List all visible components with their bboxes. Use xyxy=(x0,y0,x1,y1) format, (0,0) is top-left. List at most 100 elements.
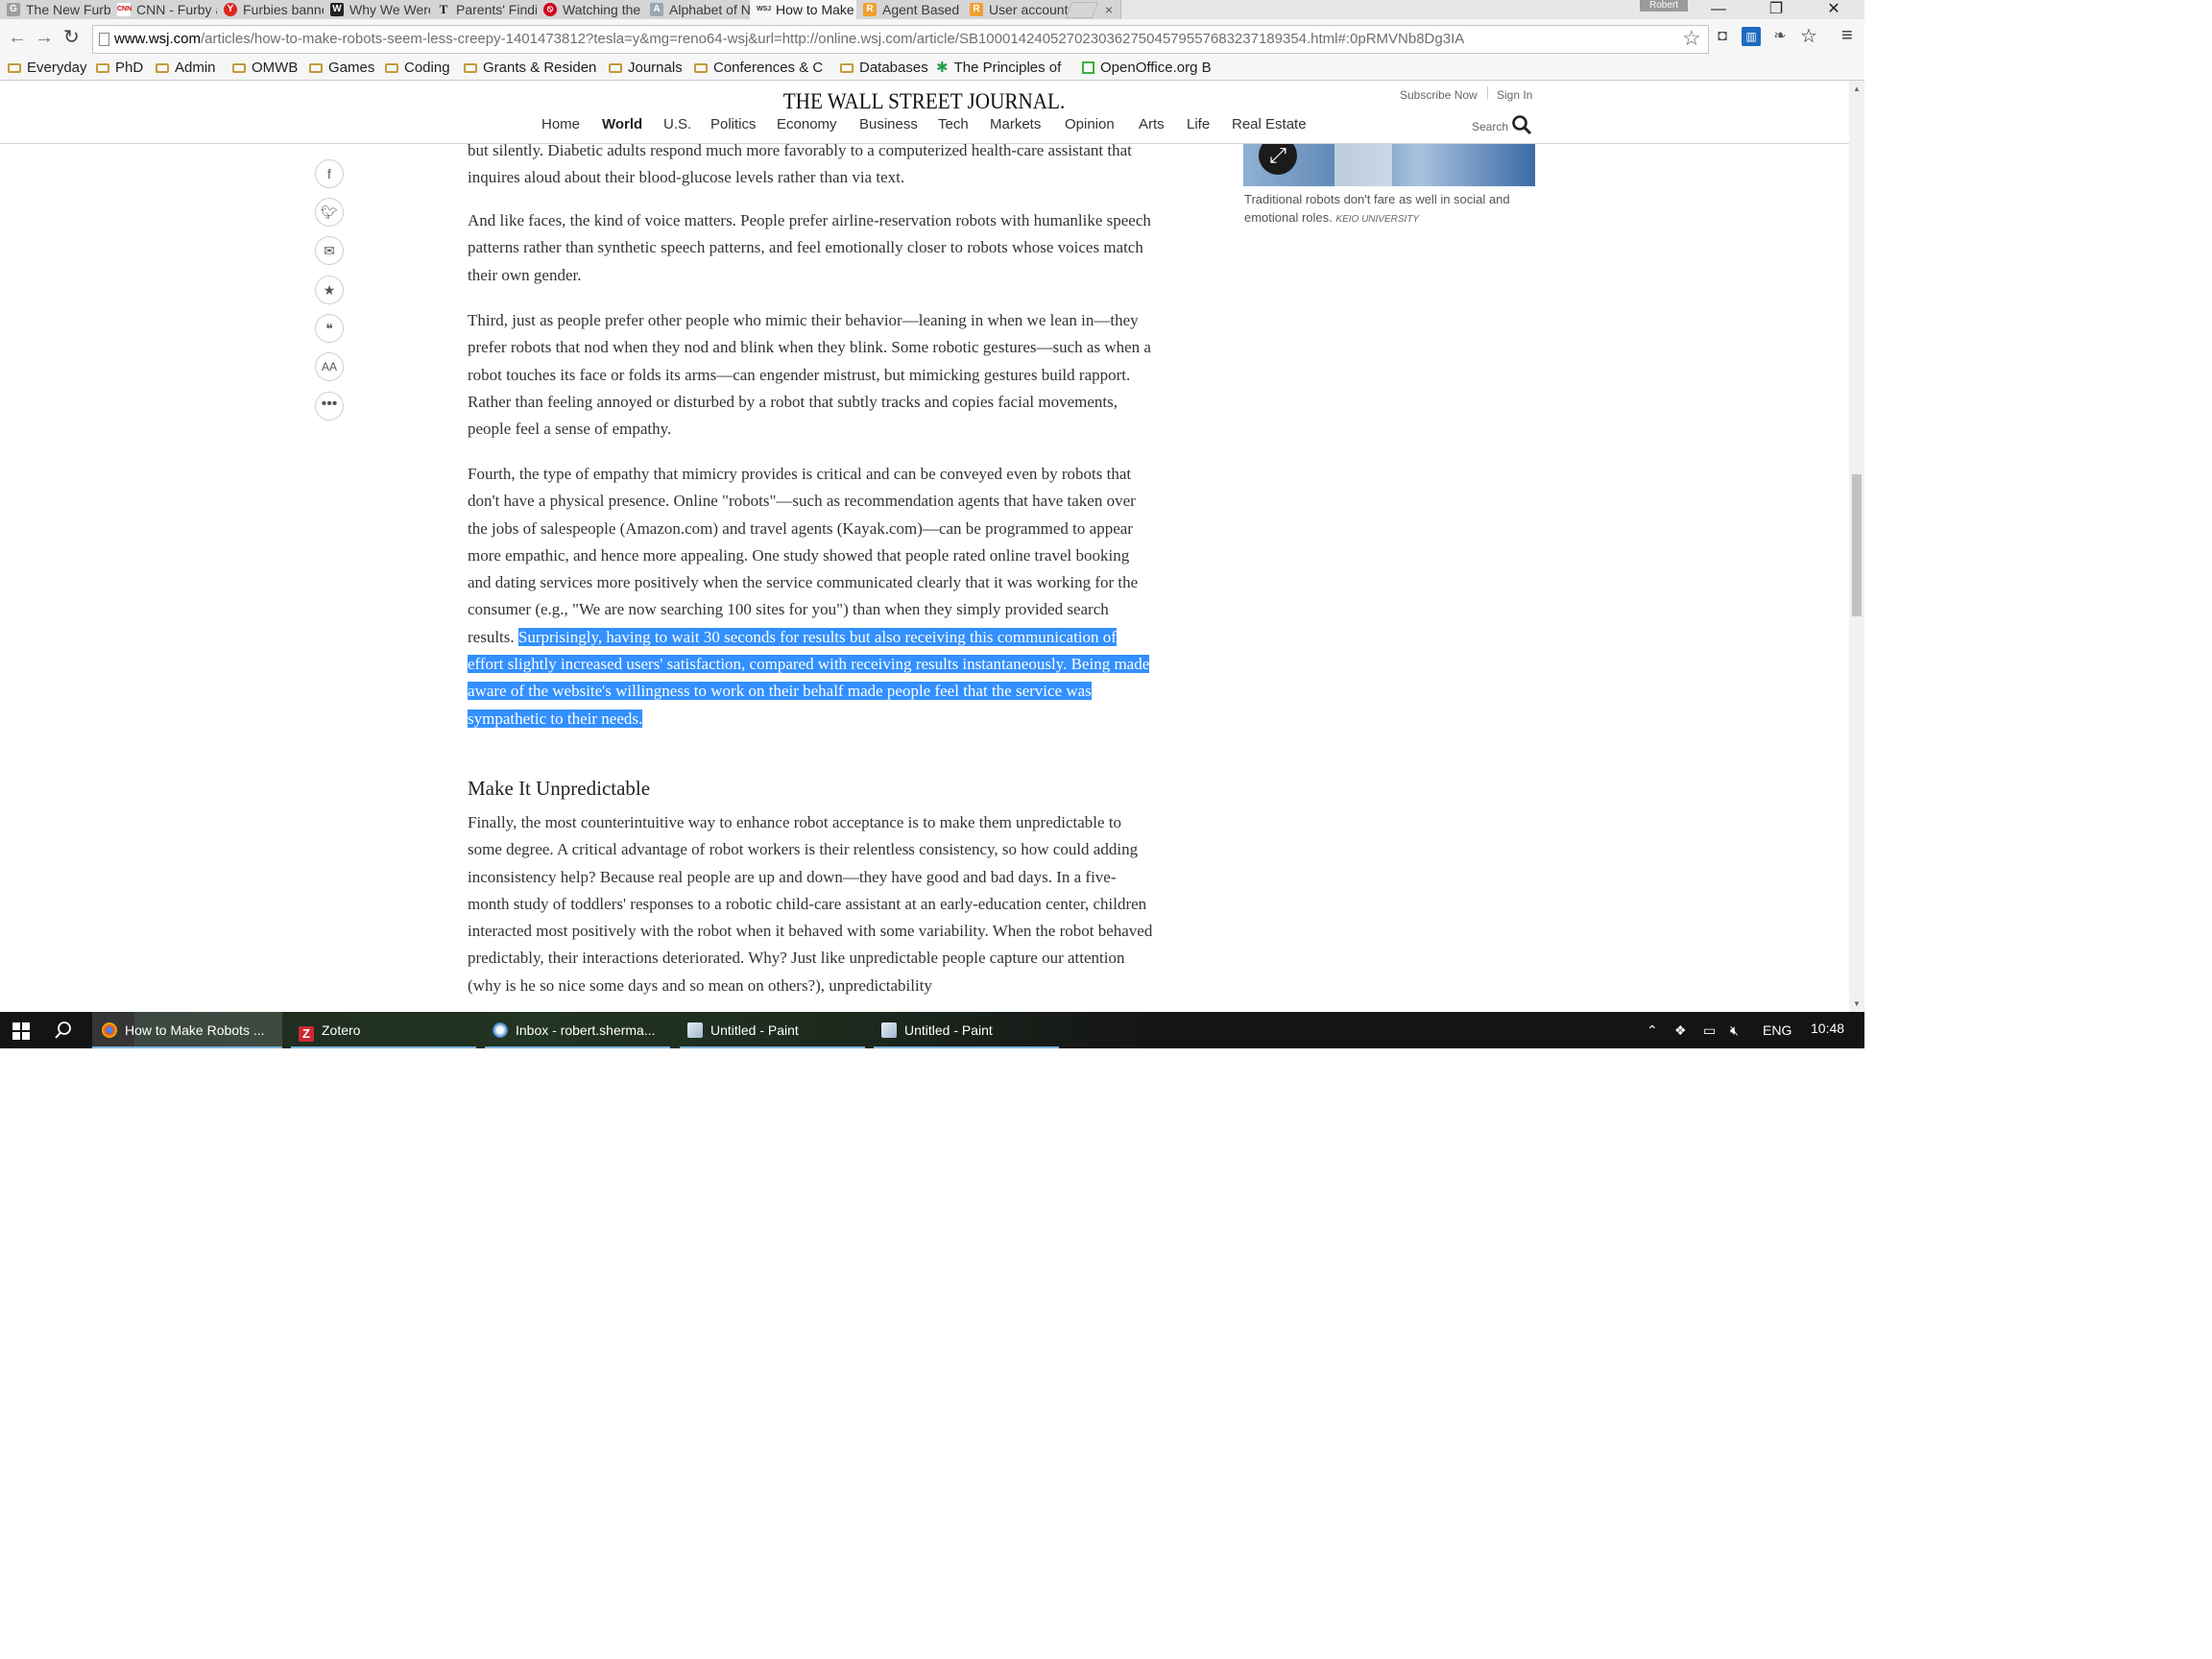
minimize-icon[interactable]: — xyxy=(1699,0,1738,19)
back-arrow-icon[interactable]: ← xyxy=(8,27,27,48)
search-label[interactable]: Search xyxy=(1472,120,1508,133)
bookmark-label: Journals xyxy=(628,60,683,76)
bookmark-folder[interactable]: Coding xyxy=(385,57,450,80)
nav-life[interactable]: Life xyxy=(1187,116,1210,132)
bookmark-folder[interactable]: Journals xyxy=(609,57,683,80)
header-divider xyxy=(1487,86,1488,100)
image-caption: Traditional robots don't fare as well in… xyxy=(1244,190,1532,228)
wsj-logo[interactable]: THE WALL STREET JOURNAL. xyxy=(0,89,1849,114)
folder-icon xyxy=(609,63,622,73)
text-size-icon[interactable]: AA xyxy=(315,352,344,381)
nav-home[interactable]: Home xyxy=(541,116,580,132)
bookmark-folder[interactable]: Grants & Residen xyxy=(464,57,598,80)
taskbar-search-icon[interactable] xyxy=(54,1021,73,1040)
search-icon[interactable] xyxy=(1511,114,1532,135)
taskbar-paint[interactable]: Untitled - Paint xyxy=(680,1012,865,1048)
taskbar-thunderbird[interactable]: Inbox - robert.sherma... xyxy=(485,1012,670,1048)
close-window-icon[interactable]: ✕ xyxy=(1815,0,1853,19)
folder-icon xyxy=(309,63,323,73)
profile-button[interactable]: Robert xyxy=(1640,0,1688,12)
folder-icon xyxy=(96,63,109,73)
url-host: www.wsj.com xyxy=(114,31,202,47)
open-indicator xyxy=(291,1046,476,1048)
article-paragraph: Finally, the most counterintuitive way t… xyxy=(468,813,1153,995)
tray-chevron-icon[interactable]: ⌃ xyxy=(1647,1012,1658,1048)
active-indicator xyxy=(92,1046,282,1048)
nav-opinion[interactable]: Opinion xyxy=(1065,116,1115,132)
nav-politics[interactable]: Politics xyxy=(710,116,757,132)
selected-text[interactable]: Surprisingly, having to wait 30 seconds … xyxy=(468,627,1150,728)
scrollbar-thumb[interactable] xyxy=(1852,474,1862,616)
screen: GThe New Furby is× CNNCNN - Furby a th× … xyxy=(0,0,1864,1048)
scroll-down-icon[interactable]: ▼ xyxy=(1853,999,1861,1008)
tab-favicon: G xyxy=(7,3,20,16)
reload-icon[interactable]: ↻ xyxy=(63,27,80,48)
comment-icon[interactable]: ❝ xyxy=(315,314,344,343)
subscribe-link[interactable]: Subscribe Now xyxy=(1400,88,1478,102)
bookmark-folder[interactable]: Everyday xyxy=(8,57,87,80)
language-indicator[interactable]: ENG xyxy=(1763,1012,1791,1048)
nav-real-estate[interactable]: Real Estate xyxy=(1232,116,1307,132)
bookmark-folder[interactable]: Conferences & C xyxy=(694,57,829,80)
taskbar-zotero[interactable]: Z Zotero xyxy=(291,1012,476,1048)
bookmark-folder[interactable]: Admin xyxy=(156,57,216,80)
open-indicator xyxy=(680,1046,865,1048)
taskbar-chrome[interactable]: How to Make Robots ... xyxy=(92,1012,282,1048)
taskbar-label: How to Make Robots ... xyxy=(125,1022,265,1038)
caption-credit: KEIO UNIVERSITY xyxy=(1335,214,1420,225)
tab-strip: GThe New Furby is× CNNCNN - Furby a th× … xyxy=(0,0,1864,19)
bookmark-folder[interactable]: OMWB xyxy=(232,57,298,80)
menu-icon[interactable]: ≡ xyxy=(1841,25,1853,47)
url-path: /articles/how-to-make-robots-seem-less-c… xyxy=(201,31,1465,47)
openoffice-icon xyxy=(1082,61,1094,74)
address-bar[interactable]: www.wsj.com/articles/how-to-make-robots-… xyxy=(92,25,1709,54)
bookmark-folder[interactable]: PhD xyxy=(96,57,143,80)
volume-muted-icon[interactable]: 🔇︎ xyxy=(1730,1012,1739,1048)
bookmark-star-icon[interactable]: ☆ xyxy=(1682,26,1701,51)
taskbar-label: Inbox - robert.sherma... xyxy=(516,1022,656,1038)
article-paragraph: Fourth, the type of empathy that mimicry… xyxy=(468,461,1154,733)
open-indicator xyxy=(485,1046,670,1048)
bookmark-label: Admin xyxy=(175,60,216,76)
forward-arrow-icon[interactable]: → xyxy=(35,27,54,48)
more-icon[interactable]: ••• xyxy=(315,392,344,421)
trello-icon[interactable]: ▥ xyxy=(1742,27,1761,46)
windows-start-icon[interactable] xyxy=(12,1022,30,1040)
scroll-up-icon[interactable]: ▲ xyxy=(1853,84,1861,93)
nav-world[interactable]: World xyxy=(602,116,642,132)
sign-in-link[interactable]: Sign In xyxy=(1497,88,1532,102)
pocket-icon[interactable]: ◘ xyxy=(1713,27,1732,46)
tab-favicon: R xyxy=(970,3,983,16)
bookmark-folder[interactable]: Games xyxy=(309,57,374,80)
nav-business[interactable]: Business xyxy=(859,116,918,132)
folder-icon xyxy=(8,63,21,73)
page-scrollbar[interactable]: ▲ ▼ xyxy=(1849,81,1864,1012)
facebook-icon[interactable]: f xyxy=(315,159,344,188)
open-indicator xyxy=(874,1046,1059,1048)
paragraph-text: Fourth, the type of empathy that mimicry… xyxy=(468,465,1139,646)
nav-markets[interactable]: Markets xyxy=(990,116,1041,132)
dropbox-icon[interactable]: ❖ xyxy=(1674,1012,1687,1048)
taskbar-paint[interactable]: Untitled - Paint xyxy=(874,1012,1059,1048)
evernote-icon[interactable]: ❧ xyxy=(1770,27,1790,46)
star-icon[interactable]: ★ xyxy=(315,276,344,304)
bookmark-link[interactable]: ✱ The Principles of xyxy=(936,57,1070,80)
tab-favicon: A xyxy=(650,3,663,16)
nav-economy[interactable]: Economy xyxy=(777,116,837,132)
nav-arts[interactable]: Arts xyxy=(1139,116,1165,132)
clock[interactable]: 10:48 xyxy=(1811,1012,1844,1048)
restore-icon[interactable]: ❐ xyxy=(1757,0,1795,19)
close-tab-icon[interactable]: × xyxy=(1105,0,1113,19)
principles-icon: ✱ xyxy=(936,60,949,76)
bookmark-link[interactable]: OpenOffice.org B xyxy=(1082,57,1216,80)
email-icon[interactable]: ✉ xyxy=(315,236,344,265)
extension-star-icon[interactable]: ☆ xyxy=(1799,27,1818,46)
battery-icon[interactable]: ▭ xyxy=(1703,1012,1716,1048)
taskbar-label: Untitled - Paint xyxy=(904,1022,993,1038)
nav-us[interactable]: U.S. xyxy=(663,116,691,132)
windows-taskbar: How to Make Robots ... Z Zotero Inbox - r… xyxy=(0,1012,1864,1048)
bookmark-folder[interactable]: Databases xyxy=(840,57,928,80)
nav-tech[interactable]: Tech xyxy=(938,116,969,132)
twitter-icon[interactable]: 🐦︎ xyxy=(315,198,344,227)
page-icon xyxy=(99,33,109,46)
